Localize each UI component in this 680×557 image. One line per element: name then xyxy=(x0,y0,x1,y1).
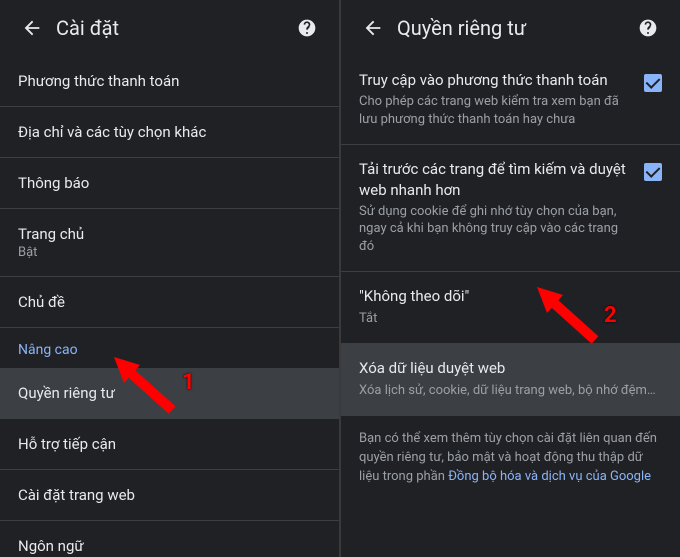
help-button[interactable] xyxy=(287,8,327,48)
item-label: Địa chỉ và các tùy chọn khác xyxy=(18,123,321,141)
item-payment-methods[interactable]: Phương thức thanh toán xyxy=(0,56,339,107)
item-label: Trang chủ xyxy=(18,225,321,243)
item-language[interactable]: Ngôn ngữ xyxy=(0,521,339,557)
help-button[interactable] xyxy=(628,8,668,48)
privacy-footer: Bạn có thể xem thêm tùy chọn cài đặt liê… xyxy=(341,416,680,501)
item-label: Phương thức thanh toán xyxy=(18,72,321,90)
item-notifications[interactable]: Thông báo xyxy=(0,158,339,209)
item-desc: Cho phép các trang web kiểm tra xem bạn … xyxy=(359,93,632,128)
item-preload-pages[interactable]: Tải trước các trang để tìm kiếm và duyệt… xyxy=(341,145,680,272)
item-do-not-track[interactable]: "Không theo dõi" Tắt xyxy=(341,272,680,344)
item-privacy[interactable]: Quyền riêng tư xyxy=(0,368,339,419)
back-button[interactable] xyxy=(353,8,393,48)
item-title: Tải trước các trang để tìm kiếm và duyệt… xyxy=(359,159,632,200)
help-icon xyxy=(297,18,317,38)
item-value: Bật xyxy=(18,245,321,260)
item-title: Xóa dữ liệu duyệt web xyxy=(359,358,662,378)
sync-services-link[interactable]: Đồng bộ hóa và dịch vụ của Google xyxy=(448,469,651,484)
item-label: Cài đặt trang web xyxy=(18,486,321,504)
item-desc: Xóa lịch sử, cookie, dữ liệu trang web, … xyxy=(359,382,662,400)
page-title: Quyền riêng tư xyxy=(397,16,628,40)
header: Cài đặt xyxy=(0,0,339,56)
item-label: Quyền riêng tư xyxy=(18,384,321,402)
item-site-settings[interactable]: Cài đặt trang web xyxy=(0,470,339,521)
item-label: Chủ đề xyxy=(18,293,321,311)
item-title: Truy cập vào phương thức thanh toán xyxy=(359,70,632,90)
item-homepage[interactable]: Trang chủ Bật xyxy=(0,209,339,277)
page-title: Cài đặt xyxy=(56,16,287,40)
item-addresses[interactable]: Địa chỉ và các tùy chọn khác xyxy=(0,107,339,158)
section-advanced: Nâng cao xyxy=(0,328,339,368)
help-icon xyxy=(638,18,658,38)
item-clear-browsing-data[interactable]: Xóa dữ liệu duyệt web Xóa lịch sử, cooki… xyxy=(341,344,680,416)
item-payment-access[interactable]: Truy cập vào phương thức thanh toán Cho … xyxy=(341,56,680,145)
checkbox-preload[interactable] xyxy=(644,163,662,181)
settings-panel: Cài đặt Phương thức thanh toán Địa chỉ v… xyxy=(0,0,339,557)
item-theme[interactable]: Chủ đề xyxy=(0,277,339,328)
item-desc: Sử dụng cookie để ghi nhớ tùy chọn của b… xyxy=(359,203,632,256)
header: Quyền riêng tư xyxy=(341,0,680,56)
annotation-number-2: 2 xyxy=(604,303,617,328)
checkbox-payment-access[interactable] xyxy=(644,74,662,92)
annotation-number-1: 1 xyxy=(182,370,195,395)
item-accessibility[interactable]: Hỗ trợ tiếp cận xyxy=(0,419,339,470)
back-arrow-icon xyxy=(362,17,384,39)
back-arrow-icon xyxy=(21,17,43,39)
item-label: Hỗ trợ tiếp cận xyxy=(18,435,321,453)
settings-list: Phương thức thanh toán Địa chỉ và các tù… xyxy=(0,56,339,557)
privacy-panel: Quyền riêng tư Truy cập vào phương thức … xyxy=(341,0,680,557)
back-button[interactable] xyxy=(12,8,52,48)
item-label: Thông báo xyxy=(18,174,321,192)
item-label: Ngôn ngữ xyxy=(18,537,321,555)
